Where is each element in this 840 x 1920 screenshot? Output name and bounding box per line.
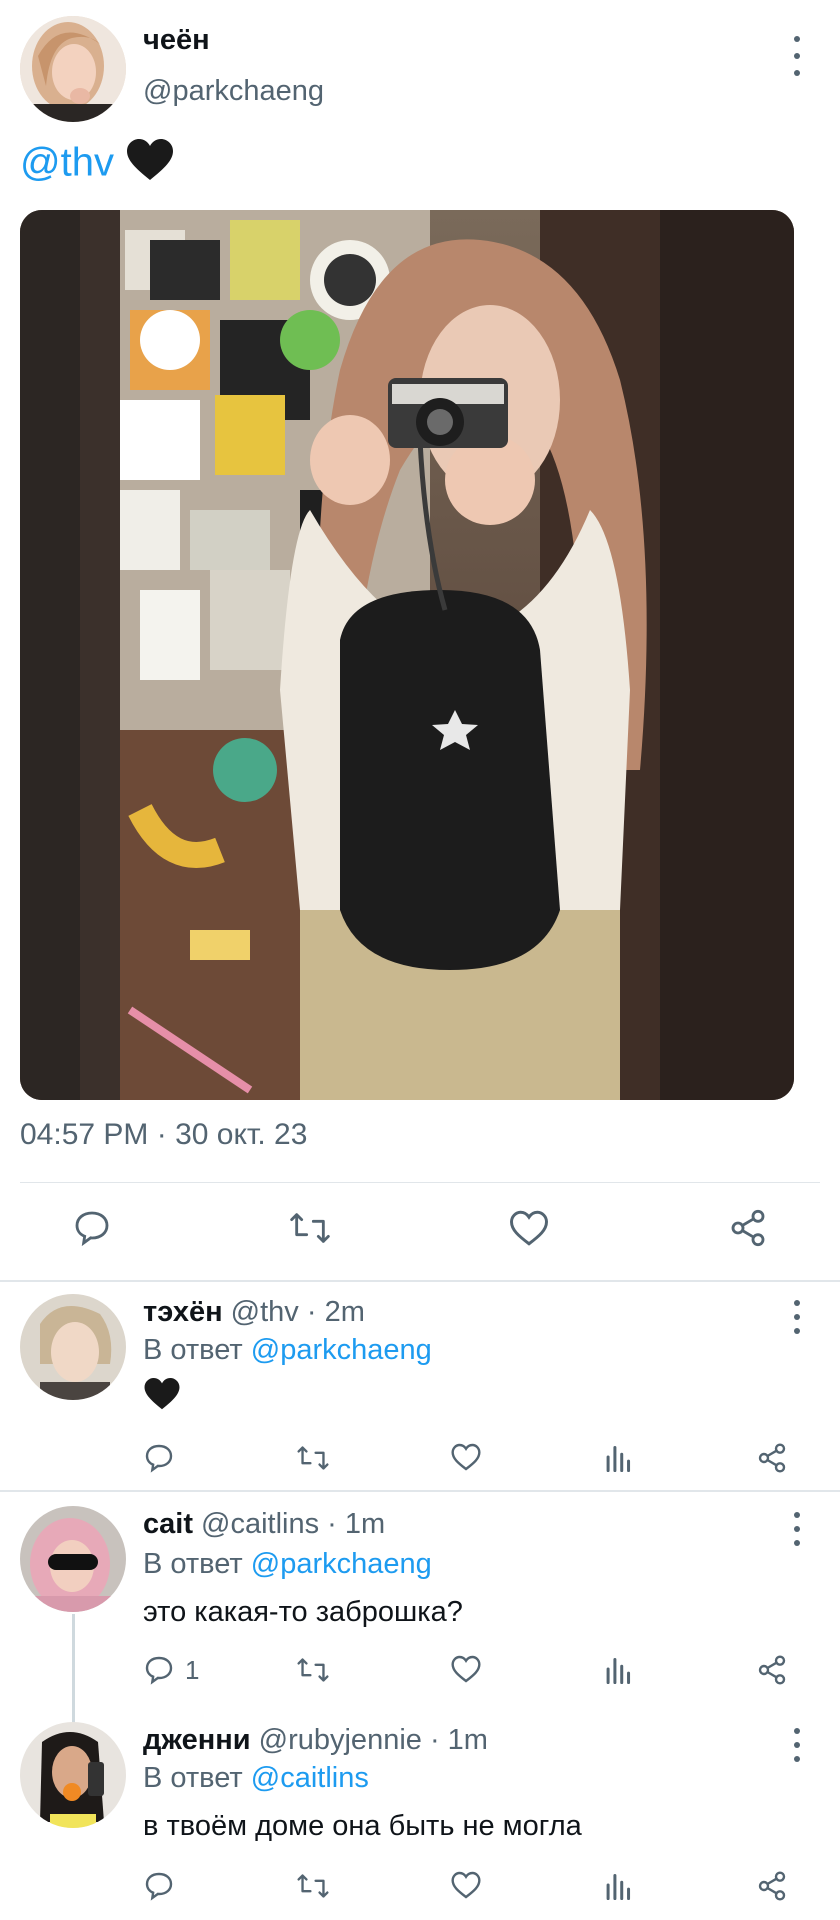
avatar[interactable] xyxy=(20,1294,126,1400)
reply-to-mention[interactable]: @parkchaeng xyxy=(251,1548,432,1580)
retweet-button[interactable] xyxy=(296,1442,330,1474)
reply-header: cait @caitlins · 1m xyxy=(143,1508,385,1541)
share-button[interactable] xyxy=(728,1208,768,1248)
share-button[interactable] xyxy=(756,1870,788,1902)
like-button[interactable] xyxy=(450,1870,482,1900)
reply-meta: @caitlins · 1m xyxy=(201,1508,386,1540)
reply-header: дженни @rubyjennie · 1m xyxy=(143,1724,488,1757)
main-tweet[interactable]: чеён @parkchaeng @thv 04:57 PM · 30 окт.… xyxy=(0,0,840,1282)
avatar[interactable] xyxy=(20,1506,126,1612)
retweet-icon xyxy=(297,1658,329,1682)
reply-icon xyxy=(145,1656,173,1685)
reply-prefix: В ответ xyxy=(143,1548,243,1580)
reply-prefix: В ответ xyxy=(143,1762,243,1794)
like-button[interactable] xyxy=(508,1208,550,1248)
reply-to-mention[interactable]: @caitlins xyxy=(251,1762,369,1794)
avatar-image xyxy=(20,1506,126,1612)
black-heart-emoji xyxy=(125,138,175,192)
more-icon[interactable] xyxy=(790,1300,804,1334)
reply-button[interactable] xyxy=(143,1870,185,1902)
reply-meta: @rubyjennie · 1m xyxy=(258,1724,488,1756)
reply-tweet[interactable]: дженни @rubyjennie · 1m В ответ @caitlin… xyxy=(0,1704,840,1920)
reply-to-mention[interactable]: @parkchaeng xyxy=(251,1334,432,1366)
views-icon xyxy=(606,1873,631,1900)
reply-icon xyxy=(145,1872,173,1901)
reply-icon xyxy=(75,1211,109,1247)
like-button[interactable] xyxy=(450,1654,482,1684)
views-icon xyxy=(606,1657,631,1684)
tweet-timestamp[interactable]: 04:57 PM · 30 окт. 23 xyxy=(20,1118,307,1152)
more-icon[interactable] xyxy=(790,36,804,76)
user-handle[interactable]: @parkchaeng xyxy=(143,75,324,108)
display-name[interactable]: cait xyxy=(143,1508,193,1540)
avatar-image xyxy=(20,1722,126,1828)
reply-to-line: В ответ @caitlins xyxy=(143,1762,369,1795)
retweet-icon xyxy=(290,1213,330,1243)
photo-image xyxy=(20,210,794,1100)
reply-body: в твоём доме она быть не могла xyxy=(143,1810,582,1842)
share-icon xyxy=(731,1209,765,1247)
avatar-image xyxy=(20,16,126,122)
reply-body xyxy=(143,1377,181,1419)
main-action-bar xyxy=(0,1208,840,1252)
share-icon xyxy=(758,1443,786,1473)
reply-icon xyxy=(145,1444,173,1473)
reply-prefix: В ответ xyxy=(143,1334,243,1366)
retweet-button[interactable] xyxy=(296,1654,330,1686)
reply-button[interactable]: 1 xyxy=(143,1654,199,1686)
reply-tweet[interactable]: тэхён @thv · 2m В ответ @parkchaeng xyxy=(0,1282,840,1490)
like-button[interactable] xyxy=(450,1442,482,1472)
retweet-icon xyxy=(297,1446,329,1470)
more-icon[interactable] xyxy=(790,1512,804,1546)
like-icon xyxy=(451,1871,481,1899)
reply-header: тэхён @thv · 2m xyxy=(143,1296,365,1329)
reply-body: это какая-то заброшка? xyxy=(143,1596,463,1628)
share-icon xyxy=(758,1871,786,1901)
share-icon xyxy=(758,1655,786,1685)
display-name[interactable]: чеён xyxy=(143,24,210,57)
like-icon xyxy=(510,1210,548,1246)
reply-button[interactable] xyxy=(143,1442,185,1474)
retweet-button[interactable] xyxy=(288,1208,332,1248)
display-name[interactable]: тэхён xyxy=(143,1296,223,1328)
display-name[interactable]: дженни xyxy=(143,1724,251,1756)
retweet-button[interactable] xyxy=(296,1870,330,1902)
black-heart-emoji xyxy=(143,1378,181,1418)
divider xyxy=(20,1182,820,1183)
reply-meta: @thv · 2m xyxy=(230,1296,365,1328)
tweet-photo[interactable] xyxy=(20,210,794,1100)
avatar[interactable] xyxy=(20,1722,126,1828)
avatar[interactable] xyxy=(20,16,126,122)
more-icon[interactable] xyxy=(790,1728,804,1762)
tweet-thread-page: чеён @parkchaeng @thv 04:57 PM · 30 окт.… xyxy=(0,0,840,1920)
mention-link[interactable]: @thv xyxy=(20,141,114,185)
reply-tweet[interactable]: cait @caitlins · 1m В ответ @parkchaeng … xyxy=(0,1492,840,1704)
views-icon xyxy=(606,1445,631,1472)
reply-to-line: В ответ @parkchaeng xyxy=(143,1334,432,1367)
retweet-icon xyxy=(297,1874,329,1898)
share-button[interactable] xyxy=(756,1654,788,1686)
reply-button[interactable] xyxy=(72,1208,112,1248)
avatar-image xyxy=(20,1294,126,1400)
like-icon xyxy=(451,1443,481,1471)
reply-count: 1 xyxy=(185,1654,200,1685)
views-button[interactable] xyxy=(605,1654,633,1684)
like-icon xyxy=(451,1655,481,1683)
views-button[interactable] xyxy=(605,1442,633,1472)
tweet-text: @thv xyxy=(20,138,175,192)
reply-to-line: В ответ @parkchaeng xyxy=(143,1548,432,1581)
share-button[interactable] xyxy=(756,1442,788,1474)
views-button[interactable] xyxy=(605,1870,633,1900)
